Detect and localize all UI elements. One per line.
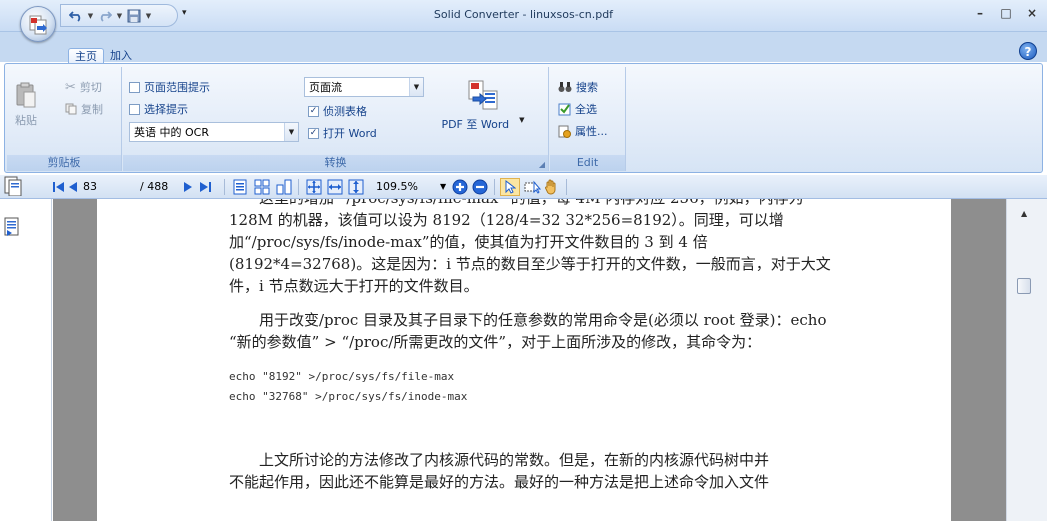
vertical-scrollbar[interactable]: ▲ [1006, 199, 1047, 521]
previous-page-icon[interactable] [67, 178, 79, 196]
side-pane [0, 199, 52, 521]
ocr-language-select[interactable]: 英语 中的 OCR ▼ [129, 122, 299, 142]
fit-page-icon[interactable] [306, 178, 322, 196]
clipboard-group: 粘贴 ✂ 剪切 复制 剪贴板 [7, 67, 122, 171]
snapshot-icon[interactable] [524, 178, 542, 196]
search-label: 搜索 [576, 81, 598, 94]
hand-tool-icon[interactable] [544, 178, 558, 196]
copy-button[interactable]: 复制 [65, 99, 103, 119]
chevron-down-icon: ▼ [409, 78, 423, 96]
dialog-launcher-icon[interactable]: ◢ [539, 160, 545, 169]
detect-tables-label: 侦测表格 [323, 105, 367, 118]
facing-pages-icon[interactable] [276, 178, 292, 196]
checkbox-checked-icon: ✓ [308, 105, 319, 117]
pdf-to-word-icon [468, 80, 498, 110]
toolbar-separator [298, 179, 299, 195]
selection-hint-label: 选择提示 [144, 103, 188, 116]
checkbox-checked-icon: ✓ [308, 127, 319, 139]
paragraph: 128M 的机器，该值可以设为 8192（128/4=32 32*256=819… [229, 211, 831, 295]
zoom-in-icon[interactable] [452, 178, 468, 196]
scroll-up-icon[interactable]: ▲ [1021, 209, 1027, 218]
toolbar-separator [566, 179, 567, 195]
page-view-icon[interactable] [4, 176, 22, 196]
fit-width-icon[interactable] [327, 178, 343, 196]
paragraph: 用于改变/proc 目录及其子目录下的任意参数的常用命令是(必须以 root 登… [229, 311, 827, 351]
single-page-icon[interactable] [232, 178, 248, 196]
paste-button[interactable]: 粘贴 [9, 81, 43, 128]
fit-height-icon[interactable] [348, 178, 364, 196]
solid-converter-logo-icon [29, 15, 47, 35]
scroll-thumb[interactable] [1017, 278, 1031, 294]
cut-label: 剪切 [79, 81, 102, 94]
paste-label: 粘贴 [15, 114, 37, 127]
pdf-page: 这里的增加 “/proc/sys/fs/file-max” 的值，每 4M 内存… [97, 199, 951, 521]
title-bar: ▼ ▼ ▼ ▾ Solid Converter - linuxsos-cn.pd… [0, 0, 1047, 32]
copy-label: 复制 [81, 103, 103, 116]
help-button[interactable]: ? [1019, 42, 1037, 60]
pdf-to-word-button[interactable]: PDF 至 Word ▼ [433, 79, 533, 132]
page-text: 这里的增加 “/proc/sys/fs/file-max” 的值，每 4M 内存… [229, 199, 849, 493]
document-viewport[interactable]: 这里的增加 “/proc/sys/fs/file-max” 的值，每 4M 内存… [53, 199, 1006, 521]
clipboard-group-label: 剪贴板 [7, 155, 121, 171]
continuous-pages-icon[interactable] [254, 178, 270, 196]
select-all-button[interactable]: 全选 [558, 99, 597, 119]
layout-mode-value: 页面流 [309, 81, 342, 94]
code-line: echo "8192" >/proc/sys/fs/file-max [229, 370, 455, 383]
select-all-label: 全选 [575, 103, 597, 116]
layout-mode-select[interactable]: 页面流 ▼ [304, 77, 424, 97]
window-controls: – □ × [973, 6, 1039, 20]
selection-hint-checkbox[interactable]: 选择提示 [129, 99, 188, 119]
ribbon: 粘贴 ✂ 剪切 复制 剪贴板 页面范围提示 选择提示 英语 中的 OCR ▼ 页… [4, 63, 1043, 173]
window-title: Solid Converter - linuxsos-cn.pdf [433, 8, 614, 21]
paragraph: 上文所讨论的方法修改了内核源代码的常数。但是，在新的内核源代码树中并 [259, 451, 770, 469]
ocr-language-value: 英语 中的 OCR [134, 126, 209, 139]
text-line-cut: 这里的增加 “/proc/sys/fs/file-max” 的值，每 4M 内存… [229, 199, 849, 209]
ribbon-tab-row: 主页 加入 [0, 32, 1047, 65]
application-menu-button[interactable] [20, 6, 56, 42]
zoom-out-icon[interactable] [472, 178, 488, 196]
properties-button[interactable]: 属性... [558, 121, 608, 141]
edit-group: 搜索 全选 属性... Edit [550, 67, 626, 171]
maximize-button[interactable]: □ [999, 6, 1013, 20]
binoculars-icon [558, 82, 572, 92]
checkbox-unchecked-icon [129, 103, 140, 115]
last-page-icon[interactable] [198, 178, 212, 196]
navigation-toolbar: 83 / 488 109.5% ▼ [0, 175, 1047, 199]
zoom-level[interactable]: 109.5% [376, 180, 418, 193]
minimize-button[interactable]: – [973, 6, 987, 20]
total-pages-label: / 488 [140, 180, 169, 193]
page-range-hint-checkbox[interactable]: 页面范围提示 [129, 77, 210, 97]
chevron-down-icon[interactable]: ▼ [519, 116, 524, 132]
convert-group-label: 转换 [123, 155, 548, 171]
toolbar-separator [494, 179, 495, 195]
next-page-icon[interactable] [182, 178, 194, 196]
copy-icon [65, 103, 77, 115]
chevron-down-icon: ▼ [284, 123, 298, 141]
pdf-to-word-label: PDF 至 Word [441, 118, 510, 131]
cut-button[interactable]: ✂ 剪切 [65, 77, 102, 97]
toolbar-separator [224, 179, 225, 195]
current-page-input[interactable]: 83 [83, 180, 97, 193]
checkbox-unchecked-icon [129, 81, 140, 93]
close-button[interactable]: × [1025, 6, 1039, 20]
scissors-icon: ✂ [65, 79, 76, 95]
properties-label: 属性... [575, 125, 608, 138]
bookmarks-icon[interactable] [3, 217, 21, 240]
text-line-cut: 不能起作用，因此还不能算是最好的方法。最好的一种方法是把上述命令加入文件 [229, 473, 770, 491]
code-line: echo "32768" >/proc/sys/fs/inode-max [229, 390, 468, 403]
open-word-checkbox[interactable]: ✓ 打开 Word [308, 123, 377, 143]
zoom-dropdown-icon[interactable]: ▼ [440, 182, 446, 191]
detect-tables-checkbox[interactable]: ✓ 侦测表格 [308, 101, 367, 121]
first-page-icon[interactable] [52, 178, 66, 196]
select-all-icon [558, 103, 571, 115]
open-word-label: 打开 Word [323, 127, 377, 140]
paste-icon [16, 82, 36, 108]
page-range-hint-label: 页面范围提示 [144, 81, 210, 94]
edit-group-label: Edit [550, 155, 625, 171]
select-pointer-icon[interactable] [500, 178, 520, 196]
search-button[interactable]: 搜索 [558, 77, 598, 97]
properties-icon [558, 125, 571, 138]
convert-group: 页面范围提示 选择提示 英语 中的 OCR ▼ 页面流 ▼ ✓ 侦测表格 ✓ 打… [123, 67, 549, 171]
